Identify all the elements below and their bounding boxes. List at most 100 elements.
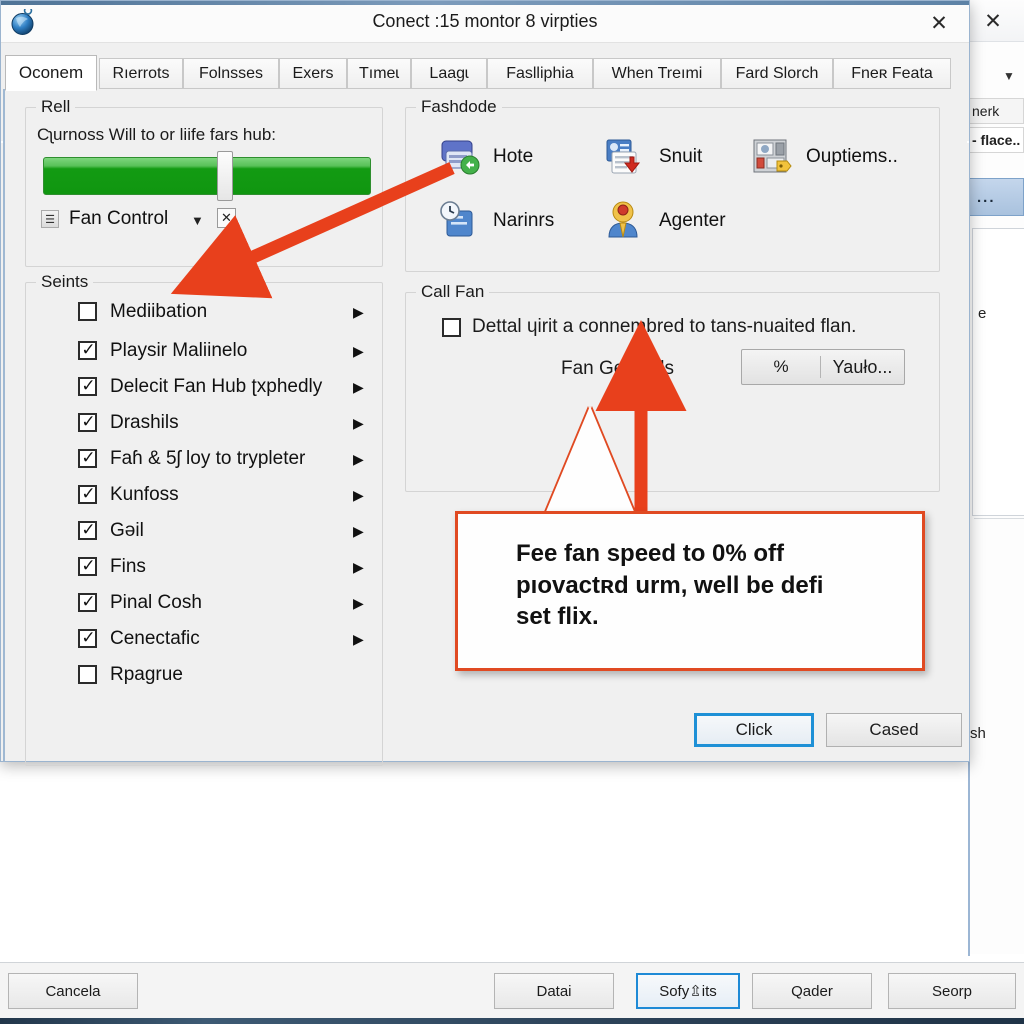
settings-item-10[interactable]: Rpagrue [26, 657, 366, 693]
fan-gerticels-spinner[interactable]: % Yauło... [741, 349, 905, 385]
fashdode-group: Fashdode [405, 97, 940, 272]
chevron-right-icon[interactable]: ▶ [353, 451, 364, 468]
seints-group-title: Seints [36, 272, 94, 292]
call-fan-checkbox-label: Dettal ɥirit a connembred to tans-nuaite… [472, 316, 857, 337]
tab-folnsses[interactable]: Folnsses [183, 58, 279, 89]
background-button-qader[interactable]: Qader [752, 973, 872, 1009]
chevron-right-icon[interactable]: ▶ [353, 631, 364, 648]
settings-item-4[interactable]: ✓ Faɦ & 5ʃ loy to trypleter ▶ [26, 441, 366, 477]
settings-item-3[interactable]: ✓ Drashils ▶ [26, 405, 366, 441]
chevron-right-icon[interactable]: ▶ [353, 343, 364, 360]
mode-item-snuit[interactable]: Snuit [603, 137, 702, 177]
background-panel-text: e [978, 305, 987, 322]
close-icon[interactable]: ✕ [217, 208, 236, 228]
document-download-icon [603, 137, 647, 177]
spinner-unit: % [773, 357, 789, 376]
background-button-cancela[interactable]: Cancela [8, 973, 138, 1009]
window-tag-icon [750, 137, 794, 177]
settings-item-label: Playsir Maliinelo [110, 340, 248, 361]
settings-item-label: Kunfoss [110, 484, 179, 505]
mode-item-label: Snuit [659, 146, 703, 167]
chevron-right-icon[interactable]: ▶ [353, 304, 364, 321]
mode-item-agenter[interactable]: Agenter [603, 201, 726, 241]
check-mark-icon: ✓ [81, 376, 96, 395]
settings-item-label: Mediibation [110, 301, 208, 322]
settings-item-2[interactable]: ✓ Delecit Fan Hub ʈxphedly ▶ [26, 369, 366, 405]
chevron-right-icon[interactable]: ▶ [353, 415, 364, 432]
callout-line-3: set flix. [516, 603, 599, 631]
chevron-right-icon[interactable]: ▶ [353, 523, 364, 540]
settings-item-label: Rpagrue [110, 664, 183, 685]
callout-line-1: Fee fan speed to 0% off [516, 540, 785, 567]
clock-screen-icon [437, 201, 481, 241]
check-mark-icon: ✓ [81, 520, 96, 539]
tab-oconem[interactable]: Oconem [5, 55, 97, 91]
background-window-close-button[interactable]: ✕ [970, 4, 1016, 38]
mode-item-hote[interactable]: Hote [437, 137, 533, 177]
settings-item-7[interactable]: ✓ Fins ▶ [26, 549, 366, 585]
settings-item-label: Pinal Cosh [110, 592, 202, 613]
chevron-right-icon[interactable]: ▶ [353, 379, 364, 396]
settings-item-label: Gəil [110, 520, 144, 541]
check-mark-icon: ✓ [81, 592, 96, 611]
settings-item-9[interactable]: ✓ Cenectafic ▶ [26, 621, 366, 657]
background-button-datai[interactable]: Datai [494, 973, 614, 1009]
background-tab-stub-2[interactable]: - flace.. [968, 127, 1024, 153]
background-button-seorp[interactable]: Seorp [888, 973, 1016, 1009]
chevron-down-icon[interactable]: ▼ [1000, 68, 1018, 84]
background-selected-list-item[interactable]: ... [968, 178, 1024, 216]
callout-line-2: pıovactʀd urm, well be defi [516, 571, 824, 599]
callout-pointer [545, 406, 635, 514]
dialog-click-button[interactable]: Click [694, 713, 814, 747]
chevron-down-icon[interactable]: ▼ [191, 213, 204, 228]
check-mark-icon: ✓ [81, 340, 96, 359]
settings-item-label: Fins [110, 556, 146, 577]
chevron-right-icon[interactable]: ▶ [353, 487, 364, 504]
check-mark-icon: ✓ [81, 628, 96, 647]
tab-fner-feata[interactable]: Fneʀ Feata [833, 58, 951, 89]
annotation-callout: Fee fan speed to 0% off pıovactʀd urm, w… [455, 511, 925, 671]
dialog-cased-button[interactable]: Cased [826, 713, 962, 747]
spinner-value[interactable]: Yauło... [821, 357, 904, 378]
tab-fard-slorch[interactable]: Fard Slorch [721, 58, 833, 89]
dialog-title: Conect :15 montor 8 virpties [372, 11, 598, 31]
mode-item-ouptiems[interactable]: Ouptiems.. [750, 137, 898, 177]
desktop-taskbar-edge [0, 1018, 1024, 1024]
background-content-panel [972, 228, 1024, 516]
settings-item-8[interactable]: ✓ Pinal Cosh ▶ [26, 585, 366, 621]
settings-item-5[interactable]: ✓ Kunfoss ▶ [26, 477, 366, 513]
background-button-sofyits[interactable]: Sofy⇫its [636, 973, 740, 1009]
settings-item-1[interactable]: ✓ Playsir Maliinelo ▶ [26, 333, 366, 369]
settings-item-label: Drashils [110, 412, 179, 433]
seints-group: Seints Mediibation ▶ ✓ Playsir Maliinelo… [25, 272, 383, 766]
chevron-right-icon[interactable]: ▶ [353, 595, 364, 612]
tab-rierrots[interactable]: Rıerrots [99, 58, 183, 89]
grip-icon: ☰ [41, 210, 59, 228]
check-mark-icon: ✓ [81, 484, 96, 503]
check-mark-icon: ✓ [81, 556, 96, 575]
fan-speed-slider-thumb[interactable] [217, 151, 233, 201]
background-panel-divider [974, 518, 1024, 519]
tab-laagu[interactable]: Laagɩ [411, 58, 487, 89]
tab-timej[interactable]: Tımeɩ [347, 58, 411, 89]
tab-faslliphia[interactable]: Faslliphia [487, 58, 593, 89]
checkbox-unchecked-icon[interactable] [78, 665, 97, 684]
fan-control-combo-value[interactable]: Fan Control [69, 208, 168, 230]
mode-item-label: Agenter [659, 210, 726, 231]
tab-when-treimi[interactable]: When Treımi [593, 58, 721, 89]
checkbox-unchecked-icon[interactable] [78, 302, 97, 321]
dialog-close-button[interactable]: ✕ [919, 7, 959, 39]
settings-item-6[interactable]: ✓ Gəil ▶ [26, 513, 366, 549]
tab-exers[interactable]: Exers [279, 58, 347, 89]
check-mark-icon: ✓ [81, 412, 96, 431]
background-tab-stub-1[interactable]: nerk [968, 98, 1024, 124]
user-key-icon [603, 201, 647, 241]
call-fan-group-title: Call Fan [416, 282, 490, 302]
settings-item-0[interactable]: Mediibation ▶ [26, 294, 366, 330]
call-fan-checkbox[interactable] [442, 318, 461, 337]
chevron-right-icon[interactable]: ▶ [353, 559, 364, 576]
fan-speed-slider-track[interactable] [43, 157, 371, 195]
mode-item-narinrs[interactable]: Narinrs [437, 201, 554, 241]
fashdode-group-title: Fashdode [416, 97, 502, 117]
dialog-tabstrip: Oconem Rıerrots Folnsses Exers Tımeɩ Laa… [1, 55, 969, 143]
